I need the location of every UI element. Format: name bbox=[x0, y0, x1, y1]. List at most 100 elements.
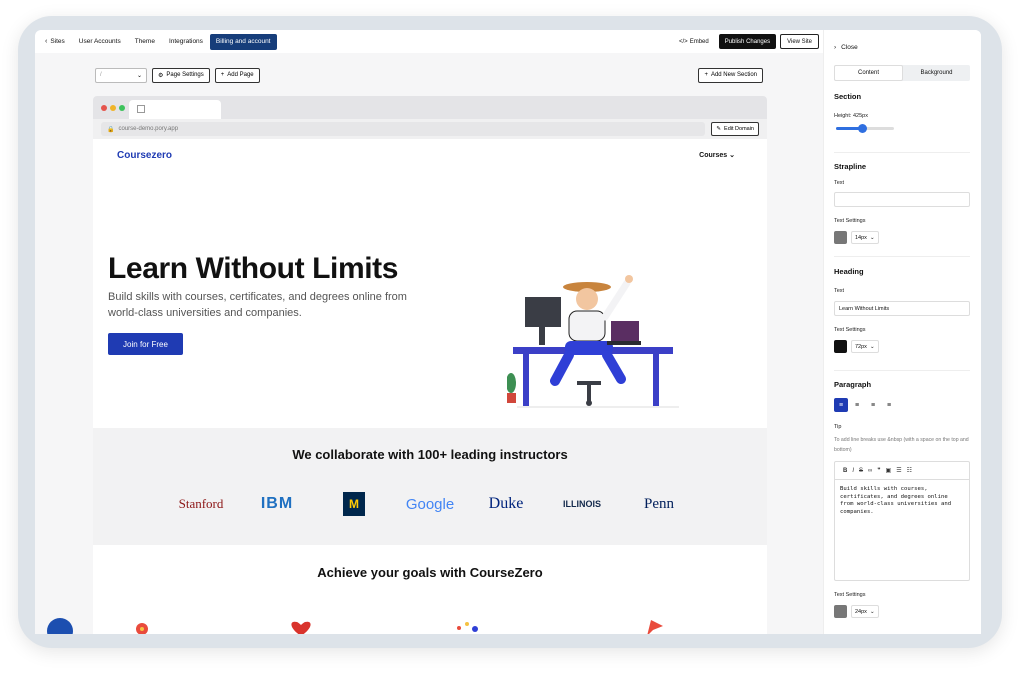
align-center-icon[interactable]: ≡ bbox=[850, 398, 864, 412]
align-right-icon[interactable]: ≡ bbox=[866, 398, 880, 412]
courses-label: Courses bbox=[699, 152, 728, 159]
embed-button[interactable]: </> Embed bbox=[673, 39, 715, 45]
section-title: Section bbox=[834, 92, 862, 101]
page-toolbar: / ⌄ ⚙ Page Settings + Add Page + Add New… bbox=[95, 67, 763, 83]
address-row: 🔒 course-demo.pory.app ✎ Edit Domain bbox=[93, 119, 767, 139]
paragraph-editor[interactable]: B I S ∞ ❞ ▣ ☰ ☷ Build skills with course… bbox=[834, 461, 970, 581]
browser-tab bbox=[129, 100, 221, 119]
heading-text-input[interactable]: Learn Without Limits bbox=[834, 301, 970, 316]
hero-paragraph: Build skills with courses, certificates,… bbox=[108, 291, 407, 319]
align-left-icon[interactable]: ≡ bbox=[834, 398, 848, 412]
paragraph-editor-text[interactable]: Build skills with courses, certificates,… bbox=[835, 480, 969, 522]
gear-icon: ⚙ bbox=[158, 72, 164, 79]
site-logo[interactable]: Coursezero bbox=[117, 150, 172, 161]
edit-icon: ✎ bbox=[716, 126, 722, 132]
paragraph-size-value: 24px bbox=[855, 608, 867, 615]
strapline-settings-label: Text Settings bbox=[834, 218, 866, 224]
heading-color-swatch[interactable] bbox=[834, 340, 847, 353]
top-nav: ‹ Sites User Accounts Theme Integrations… bbox=[35, 33, 277, 50]
tab-background[interactable]: Background bbox=[903, 65, 970, 81]
chevron-down-icon: ⌄ bbox=[729, 152, 735, 159]
address-bar: 🔒 course-demo.pory.app bbox=[101, 122, 706, 136]
browser-titlebar bbox=[93, 96, 767, 119]
close-label: Close bbox=[841, 44, 858, 51]
alignment-buttons: ≡ ≡ ≡ ≡ bbox=[834, 398, 896, 412]
editor-toolbar: B I S ∞ ❞ ▣ ☰ ☷ bbox=[835, 462, 969, 480]
hero-heading: Learn Without Limits bbox=[108, 252, 399, 285]
bold-icon[interactable]: B bbox=[843, 468, 847, 474]
url-text: course-demo.pory.app bbox=[118, 126, 179, 132]
italic-icon[interactable]: I bbox=[852, 468, 854, 474]
align-justify-icon[interactable]: ≡ bbox=[882, 398, 896, 412]
plus-icon: + bbox=[704, 72, 708, 78]
close-panel-button[interactable]: › Close bbox=[834, 44, 858, 51]
add-page-button[interactable]: + Add Page bbox=[214, 67, 260, 83]
paragraph-size-select[interactable]: 24px ⌄ bbox=[851, 605, 879, 618]
hero-section[interactable]: Learn Without Limits Build skills with c… bbox=[93, 169, 767, 428]
strapline-text-settings: 14px ⌄ bbox=[834, 231, 879, 244]
embed-label: Embed bbox=[689, 38, 709, 45]
height-slider-handle[interactable] bbox=[858, 124, 868, 133]
michigan-logo: M bbox=[343, 492, 365, 516]
numbered-list-icon[interactable]: ☷ bbox=[907, 467, 912, 474]
courses-menu[interactable]: Courses ⌄ bbox=[699, 151, 735, 159]
partner-logos: Stanford IBM M Google Duke ILLINOIS Penn bbox=[93, 492, 767, 516]
chevron-down-icon: ⌄ bbox=[869, 343, 875, 350]
nav-integrations[interactable]: Integrations bbox=[162, 34, 210, 50]
penn-logo: Penn bbox=[644, 495, 674, 512]
heading-text-settings: 72px ⌄ bbox=[834, 340, 879, 353]
heading-size-select[interactable]: 72px ⌄ bbox=[851, 340, 879, 353]
site-header: Coursezero Courses ⌄ bbox=[93, 139, 767, 169]
add-new-section-button[interactable]: + Add New Section bbox=[698, 67, 763, 83]
heading-settings-label: Text Settings bbox=[834, 327, 866, 333]
goals-heading: Achieve your goals with CourseZero bbox=[317, 565, 543, 580]
chevron-right-icon: › bbox=[834, 44, 837, 51]
panel-tabs: Content Background bbox=[834, 65, 970, 81]
strikethrough-icon[interactable]: S bbox=[859, 468, 863, 474]
page-select-value: / bbox=[100, 72, 102, 78]
page-settings-button[interactable]: ⚙ Page Settings bbox=[152, 67, 210, 83]
edit-domain-label: Edit Domain bbox=[724, 126, 754, 132]
nav-theme[interactable]: Theme bbox=[128, 34, 162, 50]
quote-icon[interactable]: ❞ bbox=[877, 467, 880, 474]
strapline-text-input[interactable] bbox=[834, 192, 970, 207]
divider bbox=[834, 370, 970, 371]
chevron-left-icon: ‹ bbox=[45, 38, 48, 45]
nav-user-accounts[interactable]: User Accounts bbox=[72, 34, 128, 50]
lock-icon: 🔒 bbox=[107, 126, 115, 133]
strapline-size-select[interactable]: 14px ⌄ bbox=[851, 231, 879, 244]
back-to-sites-button[interactable]: ‹ Sites bbox=[35, 34, 72, 50]
stanford-logo: Stanford bbox=[178, 496, 224, 511]
view-site-button[interactable]: View Site bbox=[780, 34, 819, 49]
link-icon[interactable]: ∞ bbox=[868, 468, 872, 474]
nav-billing[interactable]: Billing and account bbox=[209, 33, 277, 50]
tab-content[interactable]: Content bbox=[834, 65, 903, 81]
top-bar: ‹ Sites User Accounts Theme Integrations… bbox=[35, 30, 823, 53]
illinois-logo: ILLINOIS bbox=[563, 499, 601, 509]
goals-section[interactable]: Achieve your goals with CourseZero bbox=[93, 545, 767, 634]
add-page-label: Add Page bbox=[227, 72, 254, 78]
divider bbox=[834, 256, 970, 257]
bullet-list-icon[interactable]: ☰ bbox=[896, 467, 901, 474]
join-for-free-button[interactable]: Join for Free bbox=[108, 333, 183, 355]
page-select[interactable]: / ⌄ bbox=[95, 67, 147, 83]
strapline-text-label: Text bbox=[834, 180, 845, 186]
tab-favicon-icon bbox=[137, 105, 145, 113]
image-icon[interactable]: ▣ bbox=[886, 467, 892, 474]
back-label: Sites bbox=[50, 38, 65, 45]
publish-changes-button[interactable]: Publish Changes bbox=[718, 34, 777, 49]
sparkle-icon bbox=[457, 622, 478, 632]
minimize-dot-icon bbox=[110, 105, 116, 111]
partners-section[interactable]: We collaborate with 100+ leading instruc… bbox=[93, 428, 767, 545]
close-dot-icon bbox=[101, 105, 107, 111]
paragraph-color-swatch[interactable] bbox=[834, 605, 847, 618]
code-icon: </> bbox=[679, 38, 688, 45]
ibm-logo: IBM bbox=[260, 495, 294, 512]
divider bbox=[834, 152, 970, 153]
height-slider[interactable] bbox=[836, 124, 894, 133]
strapline-title: Strapline bbox=[834, 162, 867, 171]
editor-canvas: / ⌄ ⚙ Page Settings + Add Page + Add New… bbox=[35, 53, 823, 634]
edit-domain-button[interactable]: ✎ Edit Domain bbox=[711, 122, 759, 136]
strapline-color-swatch[interactable] bbox=[834, 231, 847, 244]
partners-heading: We collaborate with 100+ leading instruc… bbox=[292, 447, 568, 462]
